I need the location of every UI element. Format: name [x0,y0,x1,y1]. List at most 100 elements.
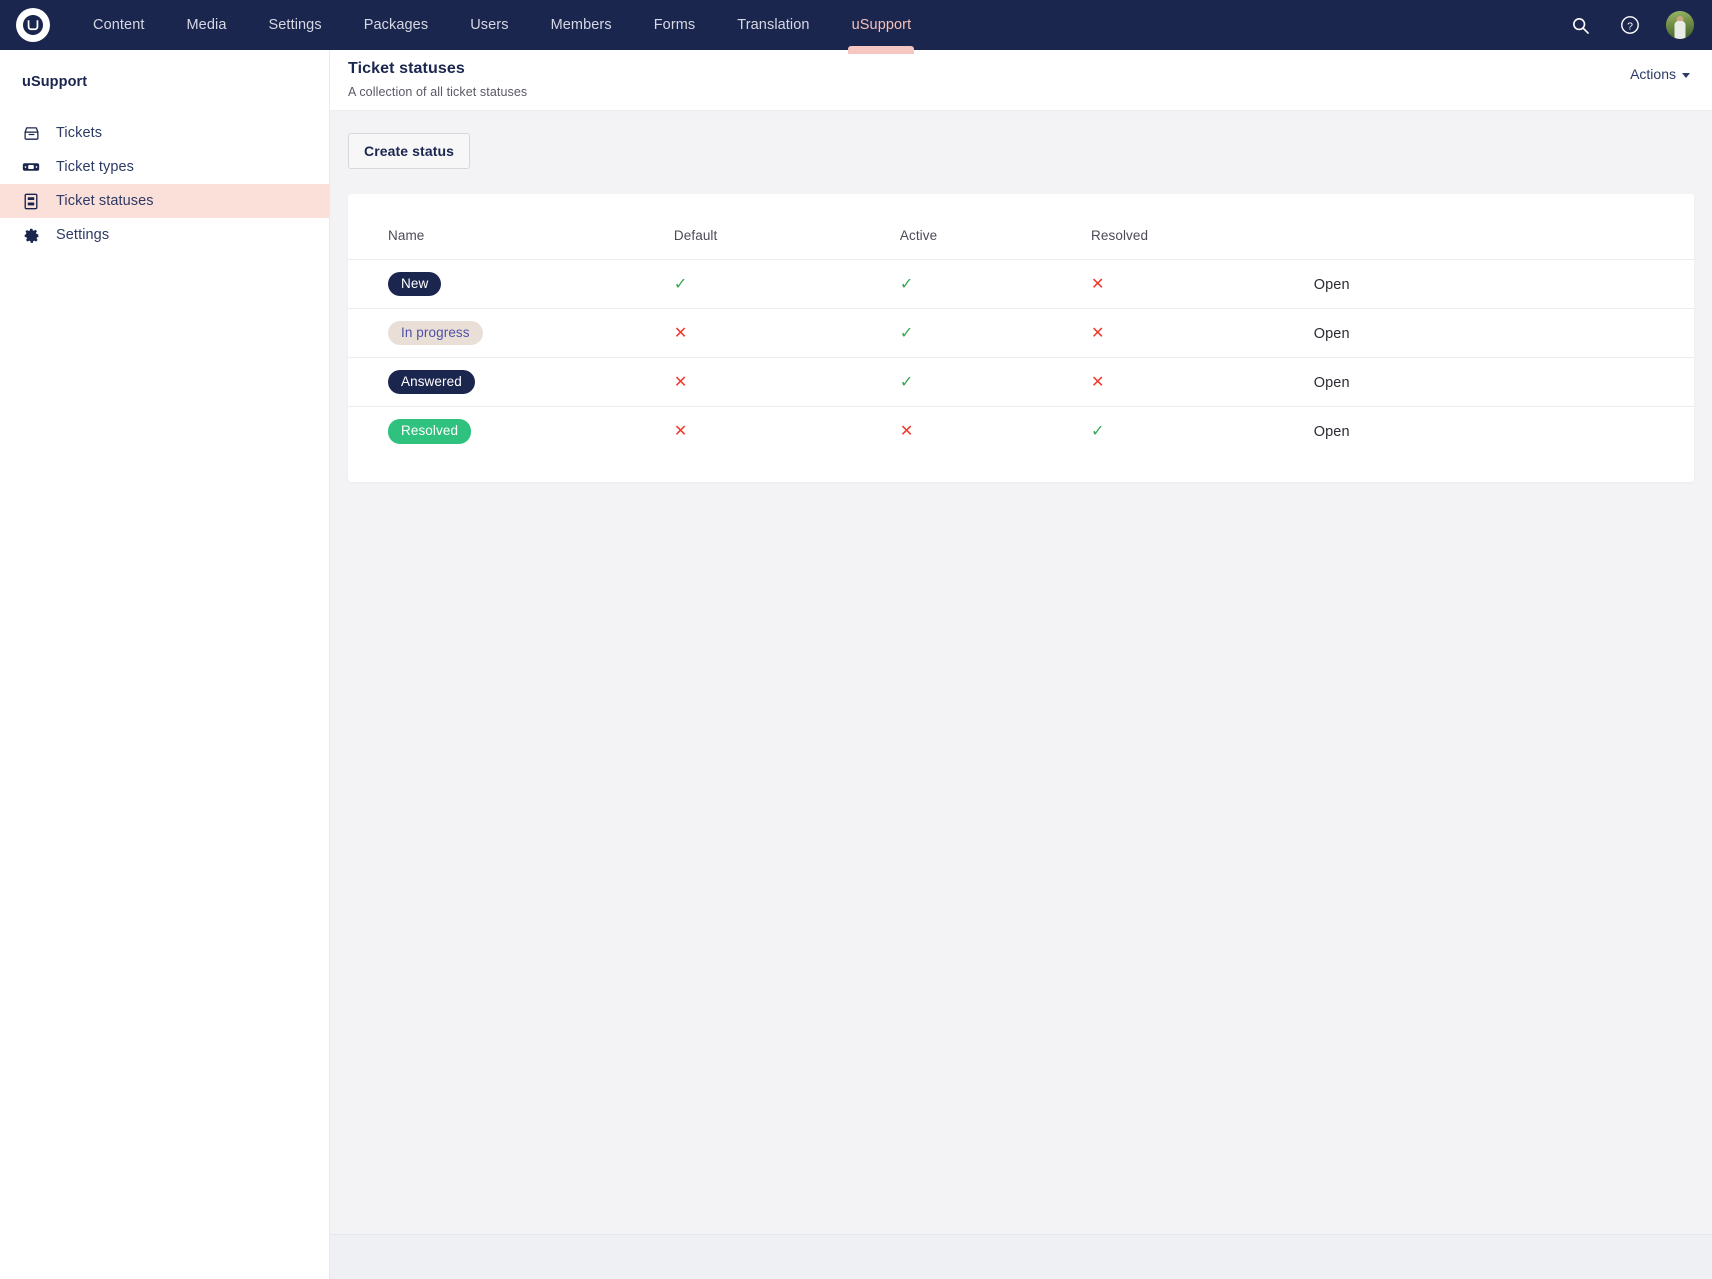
cross-icon: ✕ [674,326,687,342]
cross-icon: ✕ [1091,375,1104,391]
status-badge[interactable]: Resolved [388,419,471,444]
cell-resolved: ✓ [1091,407,1314,456]
column-header-default: Default [674,194,900,260]
sidebar: uSupport Tickets Ticket ty [0,50,330,1279]
nav-item-members[interactable]: Members [530,0,633,50]
cell-default: ✕ [674,309,900,358]
main-content: Ticket statuses A collection of all tick… [330,50,1712,1279]
footer-strip [330,1234,1712,1279]
sidebar-item-ticket-types[interactable]: Ticket types [0,150,329,184]
table-row: Resolved ✕ ✕ ✓ Open [348,407,1694,456]
nav-item-media[interactable]: Media [166,0,248,50]
cell-name: In progress [348,309,674,358]
chevron-down-icon [1682,73,1690,78]
ticket-statuses-card: Name Default Active Resolved New ✓ [348,194,1694,482]
user-avatar[interactable] [1666,11,1694,39]
table-row: In progress ✕ ✓ ✕ Open [348,309,1694,358]
main-nav-items: Content Media Settings Packages Users Me… [72,0,932,50]
cell-resolved: ✕ [1091,309,1314,358]
page-subtitle: A collection of all ticket statuses [348,85,1712,99]
cell-open: Open [1314,358,1694,407]
create-status-button[interactable]: Create status [348,133,470,169]
check-icon: ✓ [674,277,687,293]
cell-default: ✕ [674,407,900,456]
page-title: Ticket statuses [348,60,1712,78]
cell-name: New [348,260,674,309]
nav-item-translation[interactable]: Translation [716,0,830,50]
column-header-resolved: Resolved [1091,194,1314,260]
avatar-body [1675,21,1686,39]
nav-item-settings[interactable]: Settings [248,0,343,50]
status-badge[interactable]: New [388,272,441,297]
cell-active: ✕ [900,407,1091,456]
umbraco-logo-icon[interactable] [16,8,50,42]
tickets-icon [20,125,42,142]
cell-active: ✓ [900,309,1091,358]
nav-label: Translation [737,17,809,33]
nav-label: Content [93,17,145,33]
cell-active: ✓ [900,358,1091,407]
help-icon[interactable]: ? [1616,11,1644,39]
sidebar-item-tickets[interactable]: Tickets [0,116,329,150]
cell-open: Open [1314,309,1694,358]
table-body: New ✓ ✓ ✕ Open [348,260,1694,456]
table-header-row: Name Default Active Resolved [348,194,1694,260]
nav-item-content[interactable]: Content [72,0,166,50]
check-icon: ✓ [900,375,913,391]
nav-item-users[interactable]: Users [449,0,529,50]
nav-item-packages[interactable]: Packages [343,0,449,50]
top-nav-right-actions: ? [1566,11,1694,39]
open-link[interactable]: Open [1314,277,1350,293]
nav-label: Members [551,17,612,33]
cell-resolved: ✕ [1091,260,1314,309]
cell-open: Open [1314,260,1694,309]
open-link[interactable]: Open [1314,375,1350,391]
nav-label: Forms [654,17,696,33]
search-icon[interactable] [1566,11,1594,39]
column-header-name: Name [348,194,674,260]
table-header: Name Default Active Resolved [348,194,1694,260]
sidebar-item-label: Ticket statuses [56,194,154,209]
cell-resolved: ✕ [1091,358,1314,407]
cell-name: Resolved [348,407,674,456]
cross-icon: ✕ [674,424,687,440]
table-row: Answered ✕ ✓ ✕ Open [348,358,1694,407]
table-row: New ✓ ✓ ✕ Open [348,260,1694,309]
cross-icon: ✕ [900,424,913,440]
cross-icon: ✕ [674,375,687,391]
open-link[interactable]: Open [1314,424,1350,440]
open-link[interactable]: Open [1314,326,1350,342]
sidebar-item-ticket-statuses[interactable]: Ticket statuses [0,184,329,218]
status-badge[interactable]: Answered [388,370,475,395]
cross-icon: ✕ [1091,277,1104,293]
cell-active: ✓ [900,260,1091,309]
nav-label: Packages [364,17,428,33]
gear-icon [20,227,42,244]
check-icon: ✓ [1091,424,1104,440]
check-icon: ✓ [900,326,913,342]
column-header-actions [1314,194,1694,260]
nav-item-forms[interactable]: Forms [633,0,717,50]
nav-label: uSupport [852,17,912,33]
nav-item-usupport[interactable]: uSupport [831,0,933,50]
page-header: Ticket statuses A collection of all tick… [330,50,1712,111]
status-badge[interactable]: In progress [388,321,483,346]
actions-button-label: Actions [1630,66,1676,82]
content-body: Create status Name Default Active Resolv… [330,111,1712,482]
sidebar-item-label: Settings [56,228,109,243]
svg-text:?: ? [1627,20,1633,32]
check-icon: ✓ [900,277,913,293]
nav-label: Media [187,17,227,33]
nav-label: Settings [269,17,322,33]
ticket-statuses-table: Name Default Active Resolved New ✓ [348,194,1694,456]
top-navigation-bar: Content Media Settings Packages Users Me… [0,0,1712,50]
cell-name: Answered [348,358,674,407]
nav-label: Users [470,17,508,33]
cell-default: ✕ [674,358,900,407]
sidebar-item-label: Ticket types [56,160,134,175]
column-header-active: Active [900,194,1091,260]
ticket-statuses-icon [20,193,42,210]
cell-default: ✓ [674,260,900,309]
actions-button[interactable]: Actions [1630,66,1690,82]
sidebar-item-settings[interactable]: Settings [0,218,329,252]
